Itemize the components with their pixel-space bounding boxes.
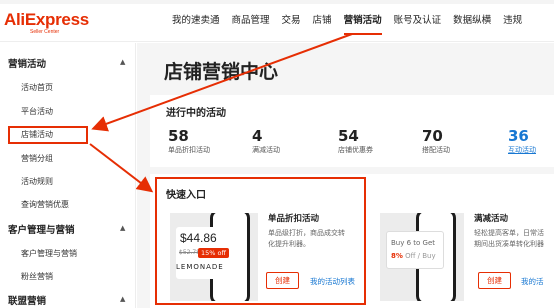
sidebar-item-platform-activities[interactable]: 平台活动 <box>21 106 53 117</box>
stat-label-link[interactable]: 互动活动 <box>508 145 536 155</box>
stat-bundle[interactable]: 70 搭配活动 <box>422 128 450 155</box>
full-reduction-title: 满减活动 <box>474 214 509 224</box>
full-reduction-desc-line2: 期间出货凑单转化利器 <box>474 240 544 248</box>
thumb-buy-text: Buy 6 to Get <box>391 239 436 247</box>
sidebar-item-activity-home[interactable]: 活动首页 <box>21 82 53 93</box>
stat-label: 单品折扣活动 <box>168 146 210 154</box>
full-reduction-thumbnail: Buy 6 to Get 8% Off / Buy <box>380 213 464 301</box>
nav-account-verification[interactable]: 账号及认证 <box>388 4 448 42</box>
thumb-lemonade: LEMONADE <box>176 263 224 271</box>
top-nav: 我的速卖通 商品管理 交易 店铺 营销活动 账号及认证 数据纵横 违规 <box>166 4 528 42</box>
collapse-caret-icon[interactable]: ▲ <box>120 224 125 232</box>
nav-product-management[interactable]: 商品管理 <box>226 4 276 42</box>
my-activity-list-link[interactable]: 我的活 <box>521 276 544 287</box>
seller-center-subtitle: Seller Center <box>30 29 60 35</box>
stat-single-discount[interactable]: 58 单品折扣活动 <box>168 128 210 155</box>
stat-full-reduction[interactable]: 4 满减活动 <box>252 128 280 155</box>
stat-interactive[interactable]: 36 互动活动 <box>508 128 536 155</box>
sidebar-item-customer-management[interactable]: 客户管理与营销 <box>21 248 77 259</box>
single-discount-desc-line2: 化提升利器。 <box>268 240 310 248</box>
thumb-old-price: $52.78 <box>179 249 200 256</box>
full-reduction-desc-line1: 轻松提高客单，日常活 <box>474 229 544 237</box>
stat-value: 4 <box>252 127 263 145</box>
single-discount-title: 单品折扣活动 <box>268 214 320 224</box>
nav-trade[interactable]: 交易 <box>276 4 307 42</box>
thumb-price: $44.86 <box>180 231 217 245</box>
create-single-discount-button[interactable]: 创建 <box>266 272 299 289</box>
collapse-caret-icon[interactable]: ▲ <box>120 295 125 303</box>
sidebar-item-activity-rules[interactable]: 活动规则 <box>21 176 53 187</box>
nav-store[interactable]: 店铺 <box>307 4 338 42</box>
aliexpress-logo[interactable]: AliExpress <box>4 10 89 30</box>
nav-marketing-activities[interactable]: 营销活动 <box>338 4 388 42</box>
thumb-buy-off-pct: 8% <box>391 252 403 260</box>
stat-label: 店铺优惠券 <box>338 146 373 154</box>
my-activity-list-link[interactable]: 我的活动列表 <box>310 276 355 287</box>
single-discount-desc-line1: 单品级打折，商品成交转 <box>268 229 345 237</box>
stat-value: 58 <box>168 127 189 145</box>
stat-store-coupons[interactable]: 54 店铺优惠券 <box>338 128 373 155</box>
nav-data[interactable]: 数据纵横 <box>447 4 497 42</box>
thumb-off-badge: 15% off <box>198 248 229 258</box>
stat-value: 70 <box>422 127 443 145</box>
sidebar-group-customer-management[interactable]: 客户管理与营销 <box>8 222 75 236</box>
single-discount-thumbnail: $44.86 $52.78 15% off LEMONADE <box>170 213 258 301</box>
sidebar-item-marketing-groups[interactable]: 营销分组 <box>21 153 53 164</box>
sidebar-item-query-discounts[interactable]: 查询营销优惠 <box>21 199 69 210</box>
stat-value: 36 <box>508 127 529 145</box>
nav-my-aliexpress[interactable]: 我的速卖通 <box>166 4 226 42</box>
collapse-caret-icon[interactable]: ▲ <box>120 58 125 66</box>
page-title: 店铺营销中心 <box>164 61 279 83</box>
ongoing-activities-title: 进行中的活动 <box>166 108 226 119</box>
highlight-box-sidebar <box>8 126 88 144</box>
nav-violations[interactable]: 违规 <box>497 4 528 42</box>
sidebar-group-marketing[interactable]: 营销活动 <box>8 56 46 70</box>
thumb-buy-off-text: Off / Buy <box>402 252 436 260</box>
thumb-buy-off: 8% Off / Buy <box>391 252 436 260</box>
sidebar-group-affiliate[interactable]: 联盟营销 <box>8 293 46 307</box>
stat-value: 54 <box>338 127 359 145</box>
create-full-reduction-button[interactable]: 创建 <box>478 272 511 289</box>
stat-label: 搭配活动 <box>422 146 450 154</box>
buy-offer-card <box>386 231 444 269</box>
stat-label: 满减活动 <box>252 146 280 154</box>
sidebar-item-fan-marketing[interactable]: 粉丝营销 <box>21 271 53 282</box>
top-header: AliExpress Seller Center 我的速卖通 商品管理 交易 店… <box>0 4 554 42</box>
